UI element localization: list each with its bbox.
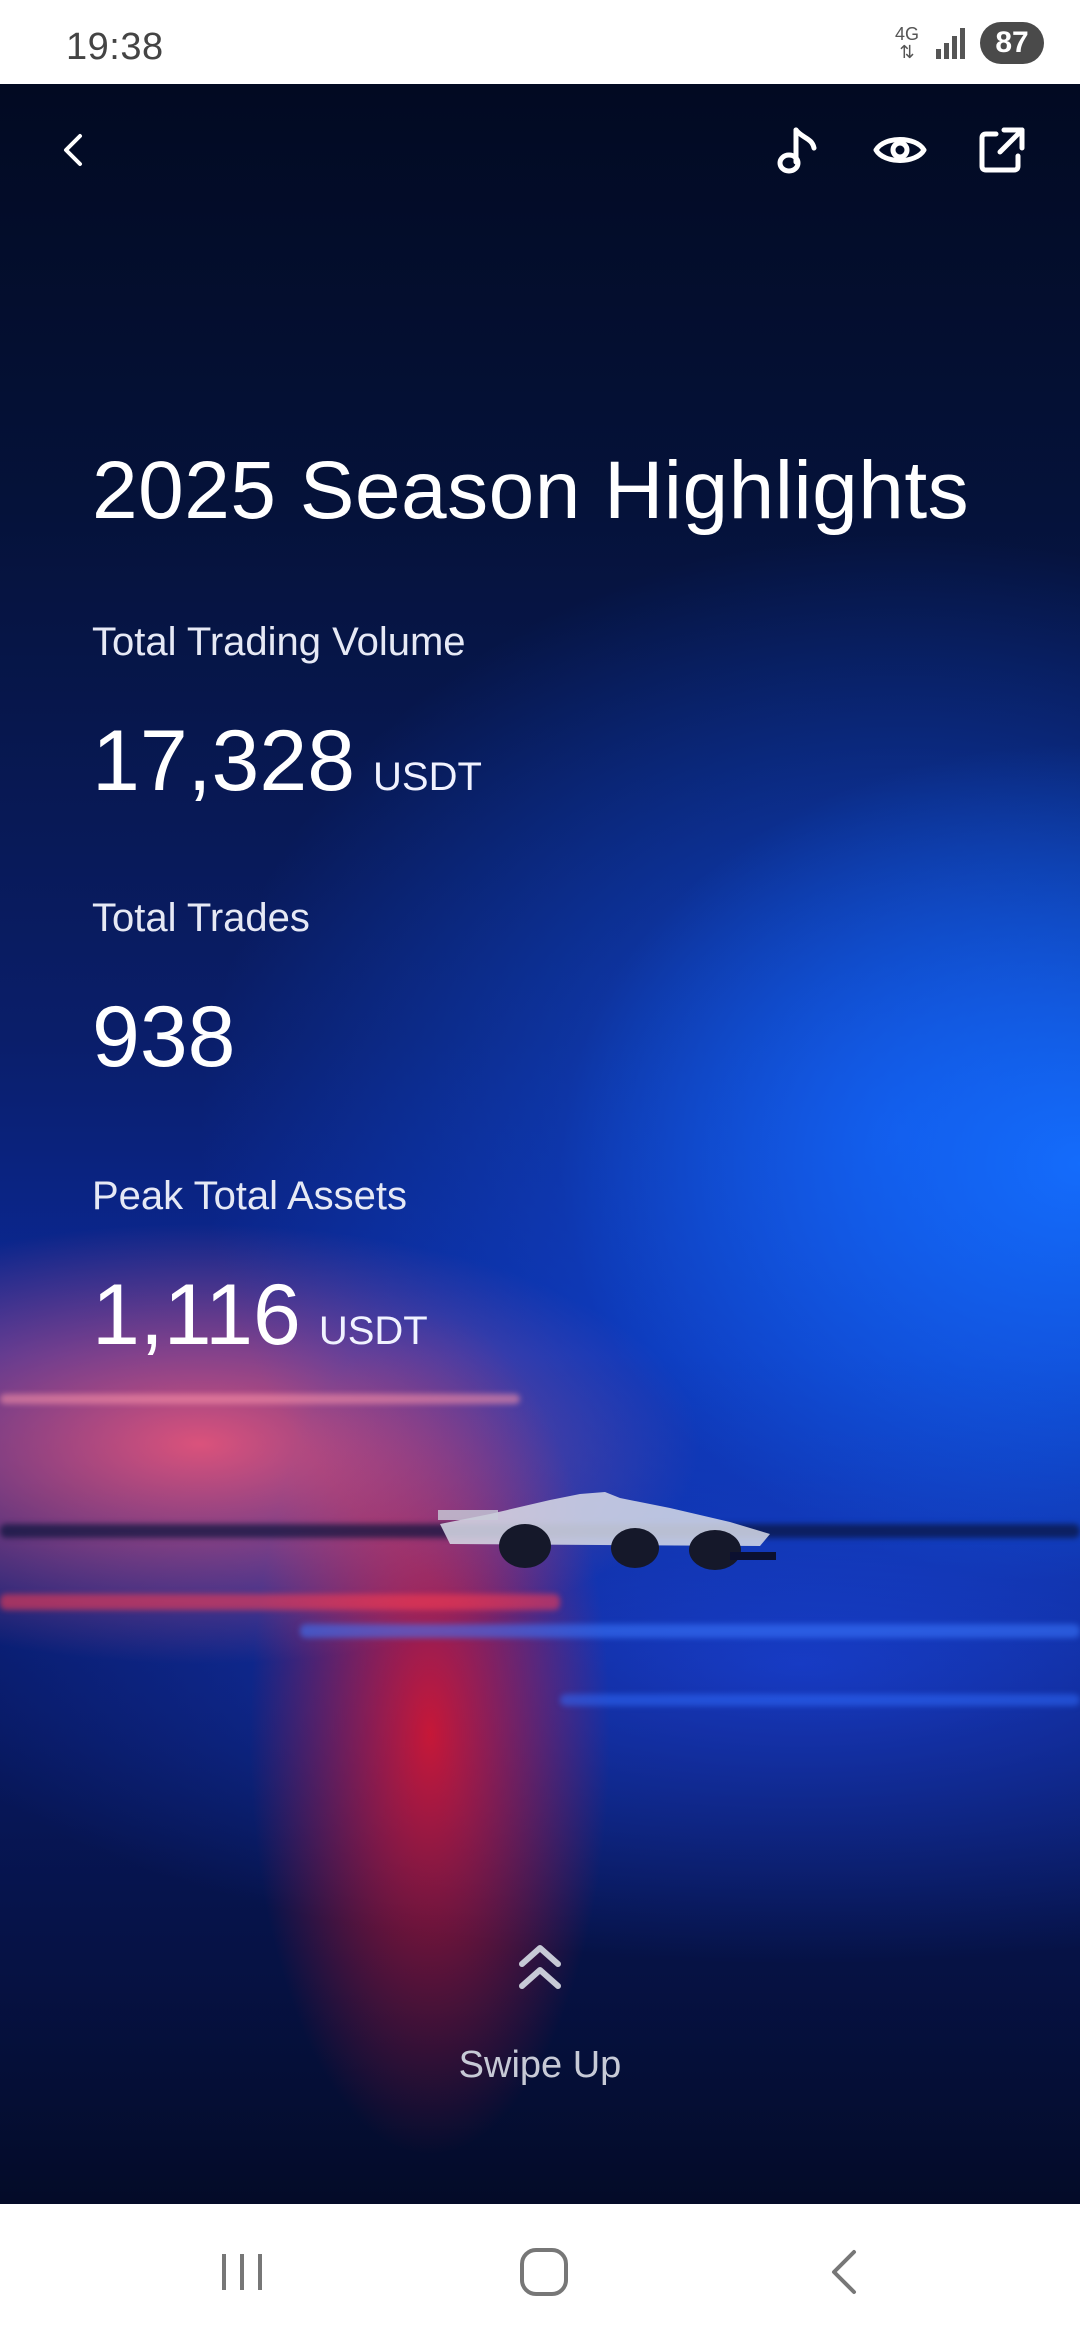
stat-label-trading-volume: Total Trading Volume — [92, 620, 466, 664]
back-icon — [832, 2250, 856, 2294]
stat-value-total-trades: 938 — [92, 988, 236, 1087]
season-highlights-card[interactable]: 2025 Season Highlights Total Trading Vol… — [0, 84, 1080, 2204]
status-icons: 4G ⇅ 87 — [892, 22, 1044, 64]
recents-icon — [222, 2254, 262, 2290]
back-button[interactable] — [38, 114, 110, 186]
battery-icon: 87 — [980, 22, 1044, 64]
swipe-up-indicator[interactable] — [0, 1934, 1080, 2004]
light-streak — [560, 1694, 1080, 1706]
stat-number: 1,116 — [92, 1267, 301, 1363]
signal-icon — [936, 28, 965, 59]
recents-button[interactable] — [202, 2240, 282, 2304]
chevron-left-icon — [64, 134, 82, 166]
share-button[interactable] — [966, 114, 1038, 186]
hide-amounts-button[interactable] — [864, 114, 936, 186]
stat-number: 17,328 — [92, 713, 356, 809]
light-streak — [0, 1394, 520, 1404]
battery-level: 87 — [995, 26, 1029, 59]
music-note-icon — [777, 127, 817, 174]
page-title: 2025 Season Highlights — [92, 445, 970, 536]
stat-value-peak-assets: 1,116 USDT — [92, 1266, 428, 1365]
double-chevron-up-icon — [519, 1945, 561, 1989]
network-type-icon: 4G ⇅ — [892, 25, 922, 61]
network-type-label: 4G — [894, 24, 919, 44]
stat-value-trading-volume: 17,328 USDT — [92, 712, 482, 811]
stat-number: 938 — [92, 989, 236, 1085]
home-icon — [520, 2248, 568, 2296]
stat-unit: USDT — [373, 755, 482, 799]
stat-label-peak-assets: Peak Total Assets — [92, 1174, 407, 1218]
music-button[interactable] — [764, 114, 836, 186]
top-action-bar — [0, 84, 1080, 204]
eye-icon — [873, 137, 927, 163]
external-share-icon — [979, 127, 1025, 173]
system-navigation-bar — [0, 2204, 1080, 2340]
data-arrows-icon: ⇅ — [899, 42, 915, 62]
swipe-up-label: Swipe Up — [458, 2044, 622, 2086]
home-button[interactable] — [504, 2240, 584, 2304]
stat-unit: USDT — [318, 1309, 428, 1353]
system-back-button[interactable] — [806, 2240, 886, 2304]
race-car-image — [438, 1492, 776, 1570]
light-streak — [300, 1624, 1080, 1638]
stat-label-total-trades: Total Trades — [92, 896, 310, 940]
status-time: 19:38 — [66, 26, 164, 68]
light-streak — [0, 1594, 560, 1610]
status-bar: 19:38 4G ⇅ 87 — [0, 0, 1080, 84]
